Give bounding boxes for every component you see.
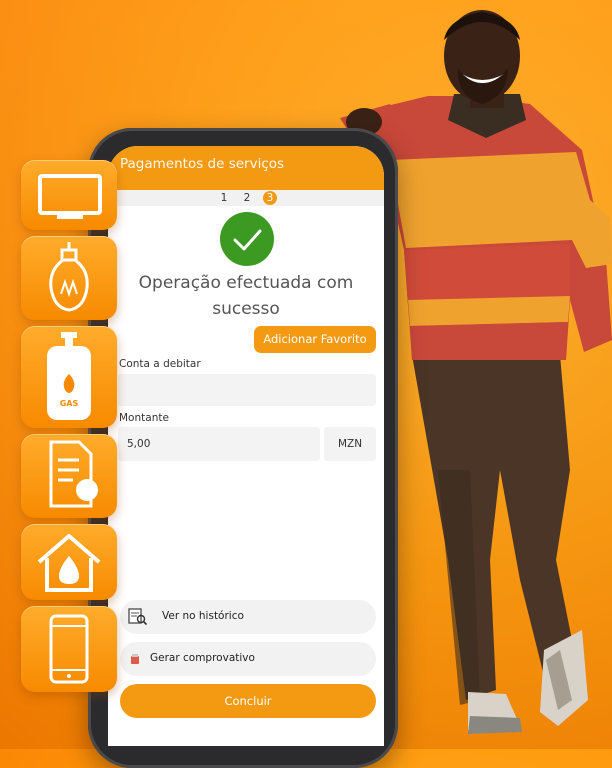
mobile-recharge-tile[interactable] — [21, 606, 117, 692]
amount-field[interactable]: 5,00 — [118, 427, 320, 461]
receipt-label: Gerar comprovativo — [150, 652, 255, 664]
bill-document-icon — [49, 440, 98, 508]
amount-label: Montante — [119, 412, 169, 424]
gas-service-tile[interactable]: GAS — [21, 326, 117, 428]
gas-label: GAS — [60, 399, 79, 408]
tv-icon — [38, 174, 102, 219]
app-bar: Pagamentos de serviços — [108, 146, 384, 190]
history-button[interactable]: Ver no histórico — [120, 600, 376, 634]
success-message: Operação efectuada com sucesso — [108, 270, 384, 322]
add-favorite-button[interactable]: Adicionar Favorito — [254, 326, 376, 353]
generate-receipt-button[interactable]: Gerar comprovativo — [120, 642, 376, 676]
electricity-service-tile[interactable] — [21, 236, 117, 320]
conclude-button[interactable]: Concluir — [120, 684, 376, 718]
amount-value: 5,00 — [127, 438, 151, 450]
step-3-active: 3 — [263, 191, 277, 205]
water-house-icon — [37, 534, 101, 592]
mobile-phone-icon — [49, 614, 89, 684]
step-2: 2 — [243, 192, 251, 204]
success-message-line2: sucesso — [212, 299, 280, 319]
gas-cylinder-icon: GAS — [47, 332, 91, 420]
history-icon — [128, 608, 148, 626]
receipt-icon — [131, 654, 139, 664]
tv-service-tile[interactable] — [21, 160, 117, 230]
step-1: 1 — [220, 192, 228, 204]
success-message-line1: Operação efectuada com — [138, 273, 354, 293]
bill-service-tile[interactable] — [21, 434, 117, 518]
lightbulb-icon — [49, 242, 89, 312]
account-field[interactable] — [118, 374, 376, 406]
success-check-icon — [220, 212, 274, 266]
step-indicator: 1 2 3 — [108, 190, 384, 206]
phone-screen: Pagamentos de serviços 1 2 3 Operação ef… — [108, 146, 384, 746]
history-label: Ver no histórico — [162, 610, 244, 622]
currency-selector[interactable]: MZN — [324, 427, 376, 461]
water-service-tile[interactable] — [21, 524, 117, 600]
page-title: Pagamentos de serviços — [120, 156, 285, 172]
account-label: Conta a debitar — [119, 358, 201, 370]
